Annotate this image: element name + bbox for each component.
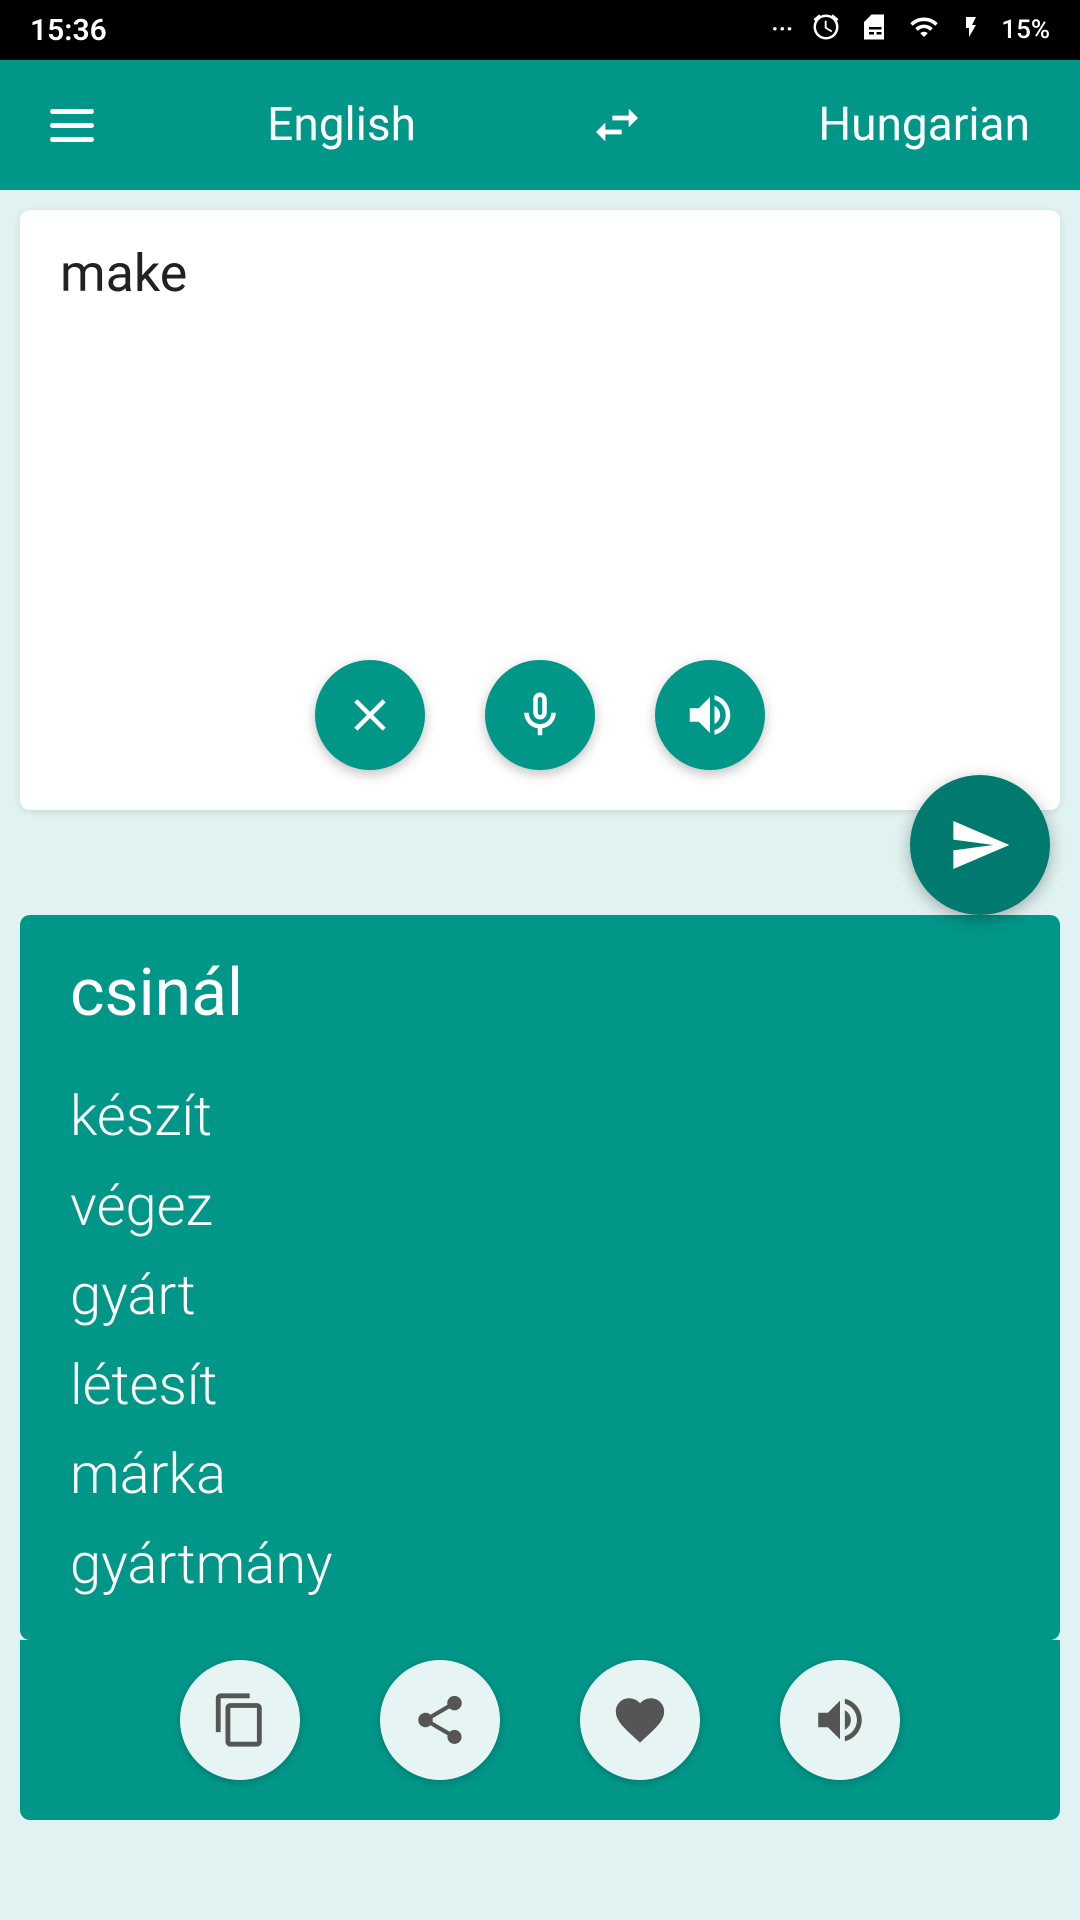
translation-item-1: készít (70, 1072, 1010, 1162)
charging-icon (959, 12, 983, 49)
share-button[interactable] (380, 1660, 500, 1780)
input-controls (60, 660, 1020, 770)
input-area: make (20, 210, 1060, 810)
speak-source-button[interactable] (655, 660, 765, 770)
signal-icon (907, 12, 941, 49)
copy-button[interactable] (180, 1660, 300, 1780)
translation-primary: csinál (70, 955, 1010, 1032)
swap-languages-button[interactable] (589, 97, 645, 153)
more-icon: ··· (771, 15, 793, 45)
sim-icon (859, 12, 889, 49)
status-time: 15:36 (30, 13, 107, 48)
status-bar: 15:36 ··· 15% (0, 0, 1080, 60)
clear-button[interactable] (315, 660, 425, 770)
translation-area: csinál készít végez gyárt létesít márka … (20, 915, 1060, 1640)
speak-translation-button[interactable] (780, 1660, 900, 1780)
alarm-icon (811, 12, 841, 49)
translation-item-3: gyárt (70, 1251, 1010, 1341)
source-text-input[interactable]: make (60, 240, 1020, 640)
favorite-button[interactable] (580, 1660, 700, 1780)
target-language-button[interactable]: Hungarian (818, 98, 1030, 152)
source-language-button[interactable]: English (267, 98, 416, 152)
translation-item-4: létesít (70, 1341, 1010, 1431)
microphone-button[interactable] (485, 660, 595, 770)
send-button-wrapper (0, 775, 1080, 915)
translate-button[interactable] (910, 775, 1050, 915)
translation-item-6: gyártmány (70, 1520, 1010, 1610)
battery-level: 15% (1001, 15, 1050, 45)
bottom-bar (20, 1640, 1060, 1820)
translation-secondary: készít végez gyárt létesít márka gyártmá… (70, 1072, 1010, 1610)
translation-item-2: végez (70, 1162, 1010, 1252)
translation-item-5: márka (70, 1430, 1010, 1520)
menu-button[interactable] (50, 109, 94, 142)
status-icons: ··· 15% (771, 12, 1050, 49)
toolbar: English Hungarian (0, 60, 1080, 190)
